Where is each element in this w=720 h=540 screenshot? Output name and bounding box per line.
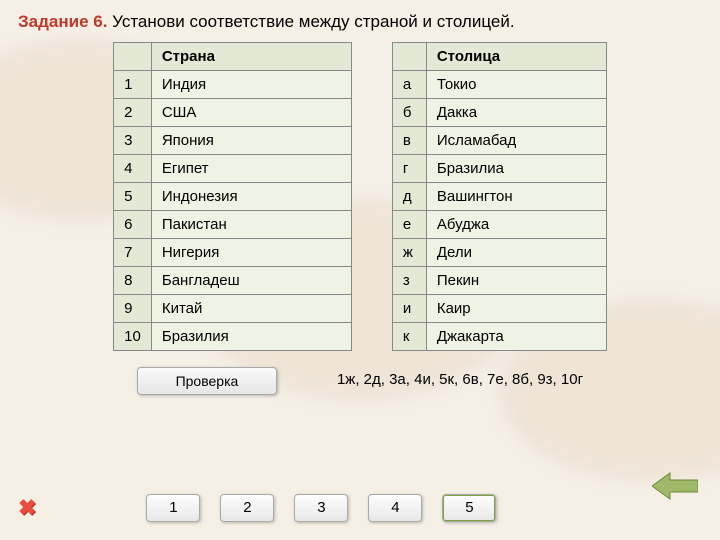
nav-page-3[interactable]: 3 xyxy=(294,494,348,522)
answer-key: 1ж, 2д, 3а, 4и, 5к, 6в, 7е, 8б, 9з, 10г xyxy=(337,371,583,388)
table-row: 6Пакистан xyxy=(114,211,352,239)
countries-header: Страна xyxy=(151,43,351,71)
table-row: зПекин xyxy=(392,267,606,295)
capitals-header: Столица xyxy=(426,43,606,71)
nav-page-2[interactable]: 2 xyxy=(220,494,274,522)
page-nav: 1 2 3 4 5 xyxy=(146,494,496,522)
countries-table: Страна 1Индия 2США 3Япония 4Египет 5Индо… xyxy=(113,42,352,351)
table-row: аТокио xyxy=(392,71,606,99)
table-row: 3Япония xyxy=(114,127,352,155)
table-row: дВашингтон xyxy=(392,183,606,211)
table-row: 2США xyxy=(114,99,352,127)
table-row: иКаир xyxy=(392,295,606,323)
table-row: 5Индонезия xyxy=(114,183,352,211)
nav-page-4[interactable]: 4 xyxy=(368,494,422,522)
table-row: жДели xyxy=(392,239,606,267)
nav-page-1[interactable]: 1 xyxy=(146,494,200,522)
task-text: Установи соответствие между страной и ст… xyxy=(107,12,514,31)
task-number: Задание 6. xyxy=(18,12,107,31)
task-title: Задание 6. Установи соответствие между с… xyxy=(18,12,702,32)
table-row: 9Китай xyxy=(114,295,352,323)
table-row: гБразилиа xyxy=(392,155,606,183)
table-row: бДакка xyxy=(392,99,606,127)
capitals-table: Столица аТокио бДакка вИсламабад гБразил… xyxy=(392,42,607,351)
table-row: 4Египет xyxy=(114,155,352,183)
nav-page-5[interactable]: 5 xyxy=(442,494,496,522)
table-row: кДжакарта xyxy=(392,323,606,351)
table-row: 1Индия xyxy=(114,71,352,99)
table-row: вИсламабад xyxy=(392,127,606,155)
table-row: 10Бразилия xyxy=(114,323,352,351)
table-row: еАбуджа xyxy=(392,211,606,239)
table-row: 8Бангладеш xyxy=(114,267,352,295)
check-button[interactable]: Проверка xyxy=(137,367,277,395)
table-row: 7Нигерия xyxy=(114,239,352,267)
back-arrow-icon[interactable] xyxy=(652,471,698,506)
close-icon[interactable]: ✖ xyxy=(18,495,36,521)
